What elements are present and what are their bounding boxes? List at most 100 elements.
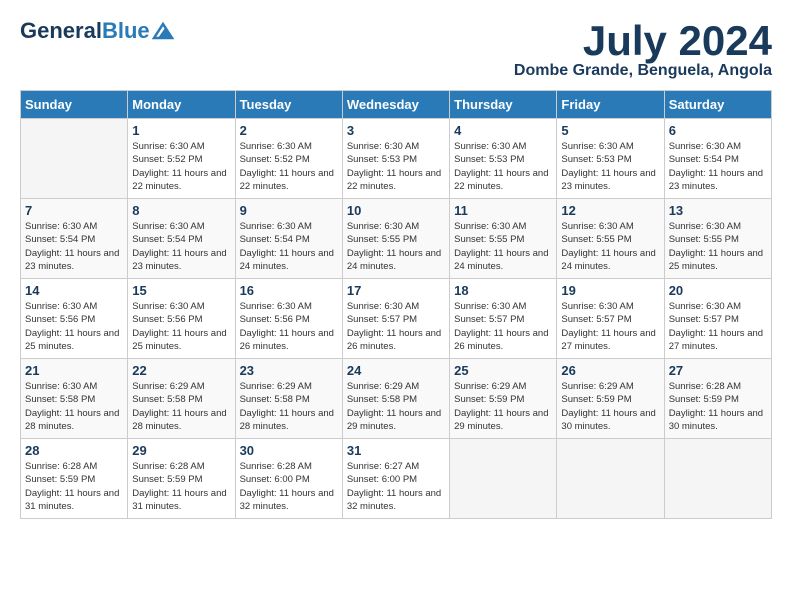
logo-icon [152,22,174,40]
day-number: 29 [132,443,230,458]
calendar-cell: 7 Sunrise: 6:30 AMSunset: 5:54 PMDaylight… [21,199,128,279]
day-number: 7 [25,203,123,218]
day-number: 11 [454,203,552,218]
day-number: 10 [347,203,445,218]
day-number: 21 [25,363,123,378]
day-number: 27 [669,363,767,378]
calendar-cell: 15 Sunrise: 6:30 AMSunset: 5:56 PMDayligh… [128,279,235,359]
day-number: 13 [669,203,767,218]
day-info: Sunrise: 6:30 AMSunset: 5:53 PMDaylight:… [347,140,445,193]
day-info: Sunrise: 6:30 AMSunset: 5:54 PMDaylight:… [669,140,767,193]
day-info: Sunrise: 6:29 AMSunset: 5:59 PMDaylight:… [454,380,552,433]
day-number: 22 [132,363,230,378]
calendar-cell: 9 Sunrise: 6:30 AMSunset: 5:54 PMDaylight… [235,199,342,279]
calendar-cell: 11 Sunrise: 6:30 AMSunset: 5:55 PMDayligh… [450,199,557,279]
calendar-cell: 26Sunrise: 6:29 AMSunset: 5:59 PMDayligh… [557,359,664,439]
day-number: 31 [347,443,445,458]
day-info: Sunrise: 6:28 AMSunset: 5:59 PMDaylight:… [132,460,230,513]
calendar-cell: 13 Sunrise: 6:30 AMSunset: 5:55 PMDayligh… [664,199,771,279]
day-info: Sunrise: 6:27 AMSunset: 6:00 PMDaylight:… [347,460,445,513]
day-info: Sunrise: 6:30 AMSunset: 5:55 PMDaylight:… [669,220,767,273]
page-header: GeneralBlue July 2024 Dombe Grande, Beng… [20,20,772,80]
day-info: Sunrise: 6:30 AMSunset: 5:53 PMDaylight:… [454,140,552,193]
day-info: Sunrise: 6:30 AMSunset: 5:57 PMDaylight:… [669,300,767,353]
calendar-cell: 22 Sunrise: 6:29 AMSunset: 5:58 PMDayligh… [128,359,235,439]
calendar-table: SundayMondayTuesdayWednesdayThursdayFrid… [20,90,772,519]
day-info: Sunrise: 6:30 AMSunset: 5:54 PMDaylight:… [240,220,338,273]
month-title: July 2024 [514,20,772,62]
day-info: Sunrise: 6:30 AMSunset: 5:57 PMDaylight:… [347,300,445,353]
day-of-week-saturday: Saturday [664,91,771,119]
day-number: 14 [25,283,123,298]
day-of-week-tuesday: Tuesday [235,91,342,119]
day-number: 23 [240,363,338,378]
day-number: 16 [240,283,338,298]
calendar-cell: 18 Sunrise: 6:30 AMSunset: 5:57 PMDayligh… [450,279,557,359]
calendar-cell: 6 Sunrise: 6:30 AMSunset: 5:54 PMDaylight… [664,119,771,199]
day-number: 5 [561,123,659,138]
day-info: Sunrise: 6:30 AMSunset: 5:54 PMDaylight:… [25,220,123,273]
calendar-cell: 30Sunrise: 6:28 AMSunset: 6:00 PMDayligh… [235,439,342,519]
day-info: Sunrise: 6:28 AMSunset: 5:59 PMDaylight:… [669,380,767,433]
calendar-cell: 1 Sunrise: 6:30 AMSunset: 5:52 PMDaylight… [128,119,235,199]
day-info: Sunrise: 6:29 AMSunset: 5:58 PMDaylight:… [132,380,230,433]
day-of-week-wednesday: Wednesday [342,91,449,119]
day-number: 19 [561,283,659,298]
day-number: 3 [347,123,445,138]
calendar-cell: 4 Sunrise: 6:30 AMSunset: 5:53 PMDaylight… [450,119,557,199]
title-block: July 2024 Dombe Grande, Benguela, Angola [514,20,772,80]
day-number: 15 [132,283,230,298]
day-info: Sunrise: 6:30 AMSunset: 5:57 PMDaylight:… [454,300,552,353]
day-number: 4 [454,123,552,138]
day-info: Sunrise: 6:30 AMSunset: 5:52 PMDaylight:… [132,140,230,193]
day-number: 2 [240,123,338,138]
day-number: 18 [454,283,552,298]
calendar-cell: 31 Sunrise: 6:27 AMSunset: 6:00 PMDayligh… [342,439,449,519]
calendar-cell: 10 Sunrise: 6:30 AMSunset: 5:55 PMDayligh… [342,199,449,279]
day-number: 1 [132,123,230,138]
calendar-cell: 19 Sunrise: 6:30 AMSunset: 5:57 PMDayligh… [557,279,664,359]
day-info: Sunrise: 6:28 AMSunset: 5:59 PMDaylight:… [25,460,123,513]
day-info: Sunrise: 6:30 AMSunset: 5:56 PMDaylight:… [25,300,123,353]
calendar-cell: 3 Sunrise: 6:30 AMSunset: 5:53 PMDaylight… [342,119,449,199]
day-info: Sunrise: 6:30 AMSunset: 5:56 PMDaylight:… [132,300,230,353]
day-info: Sunrise: 6:30 AMSunset: 5:57 PMDaylight:… [561,300,659,353]
calendar-cell [664,439,771,519]
calendar-cell: 17 Sunrise: 6:30 AMSunset: 5:57 PMDayligh… [342,279,449,359]
location-title: Dombe Grande, Benguela, Angola [514,62,772,80]
day-info: Sunrise: 6:30 AMSunset: 5:55 PMDaylight:… [454,220,552,273]
calendar-cell: 5 Sunrise: 6:30 AMSunset: 5:53 PMDaylight… [557,119,664,199]
calendar-cell [557,439,664,519]
day-number: 17 [347,283,445,298]
day-info: Sunrise: 6:30 AMSunset: 5:58 PMDaylight:… [25,380,123,433]
day-number: 24 [347,363,445,378]
day-number: 25 [454,363,552,378]
calendar-cell: 8 Sunrise: 6:30 AMSunset: 5:54 PMDaylight… [128,199,235,279]
calendar-cell: 2 Sunrise: 6:30 AMSunset: 5:52 PMDaylight… [235,119,342,199]
day-number: 20 [669,283,767,298]
day-info: Sunrise: 6:30 AMSunset: 5:55 PMDaylight:… [561,220,659,273]
day-of-week-thursday: Thursday [450,91,557,119]
day-info: Sunrise: 6:30 AMSunset: 5:55 PMDaylight:… [347,220,445,273]
day-of-week-sunday: Sunday [21,91,128,119]
day-of-week-friday: Friday [557,91,664,119]
day-number: 6 [669,123,767,138]
calendar-cell: 23Sunrise: 6:29 AMSunset: 5:58 PMDayligh… [235,359,342,439]
day-number: 12 [561,203,659,218]
calendar-cell: 21 Sunrise: 6:30 AMSunset: 5:58 PMDayligh… [21,359,128,439]
calendar-cell [21,119,128,199]
day-info: Sunrise: 6:30 AMSunset: 5:56 PMDaylight:… [240,300,338,353]
day-number: 28 [25,443,123,458]
day-number: 8 [132,203,230,218]
day-number: 9 [240,203,338,218]
day-info: Sunrise: 6:30 AMSunset: 5:54 PMDaylight:… [132,220,230,273]
calendar-cell: 16 Sunrise: 6:30 AMSunset: 5:56 PMDayligh… [235,279,342,359]
day-number: 26 [561,363,659,378]
day-info: Sunrise: 6:29 AMSunset: 5:58 PMDaylight:… [347,380,445,433]
calendar-cell: 24 Sunrise: 6:29 AMSunset: 5:58 PMDayligh… [342,359,449,439]
calendar-cell: 14 Sunrise: 6:30 AMSunset: 5:56 PMDayligh… [21,279,128,359]
calendar-cell: 25 Sunrise: 6:29 AMSunset: 5:59 PMDayligh… [450,359,557,439]
day-info: Sunrise: 6:30 AMSunset: 5:52 PMDaylight:… [240,140,338,193]
calendar-cell: 29 Sunrise: 6:28 AMSunset: 5:59 PMDayligh… [128,439,235,519]
day-info: Sunrise: 6:30 AMSunset: 5:53 PMDaylight:… [561,140,659,193]
